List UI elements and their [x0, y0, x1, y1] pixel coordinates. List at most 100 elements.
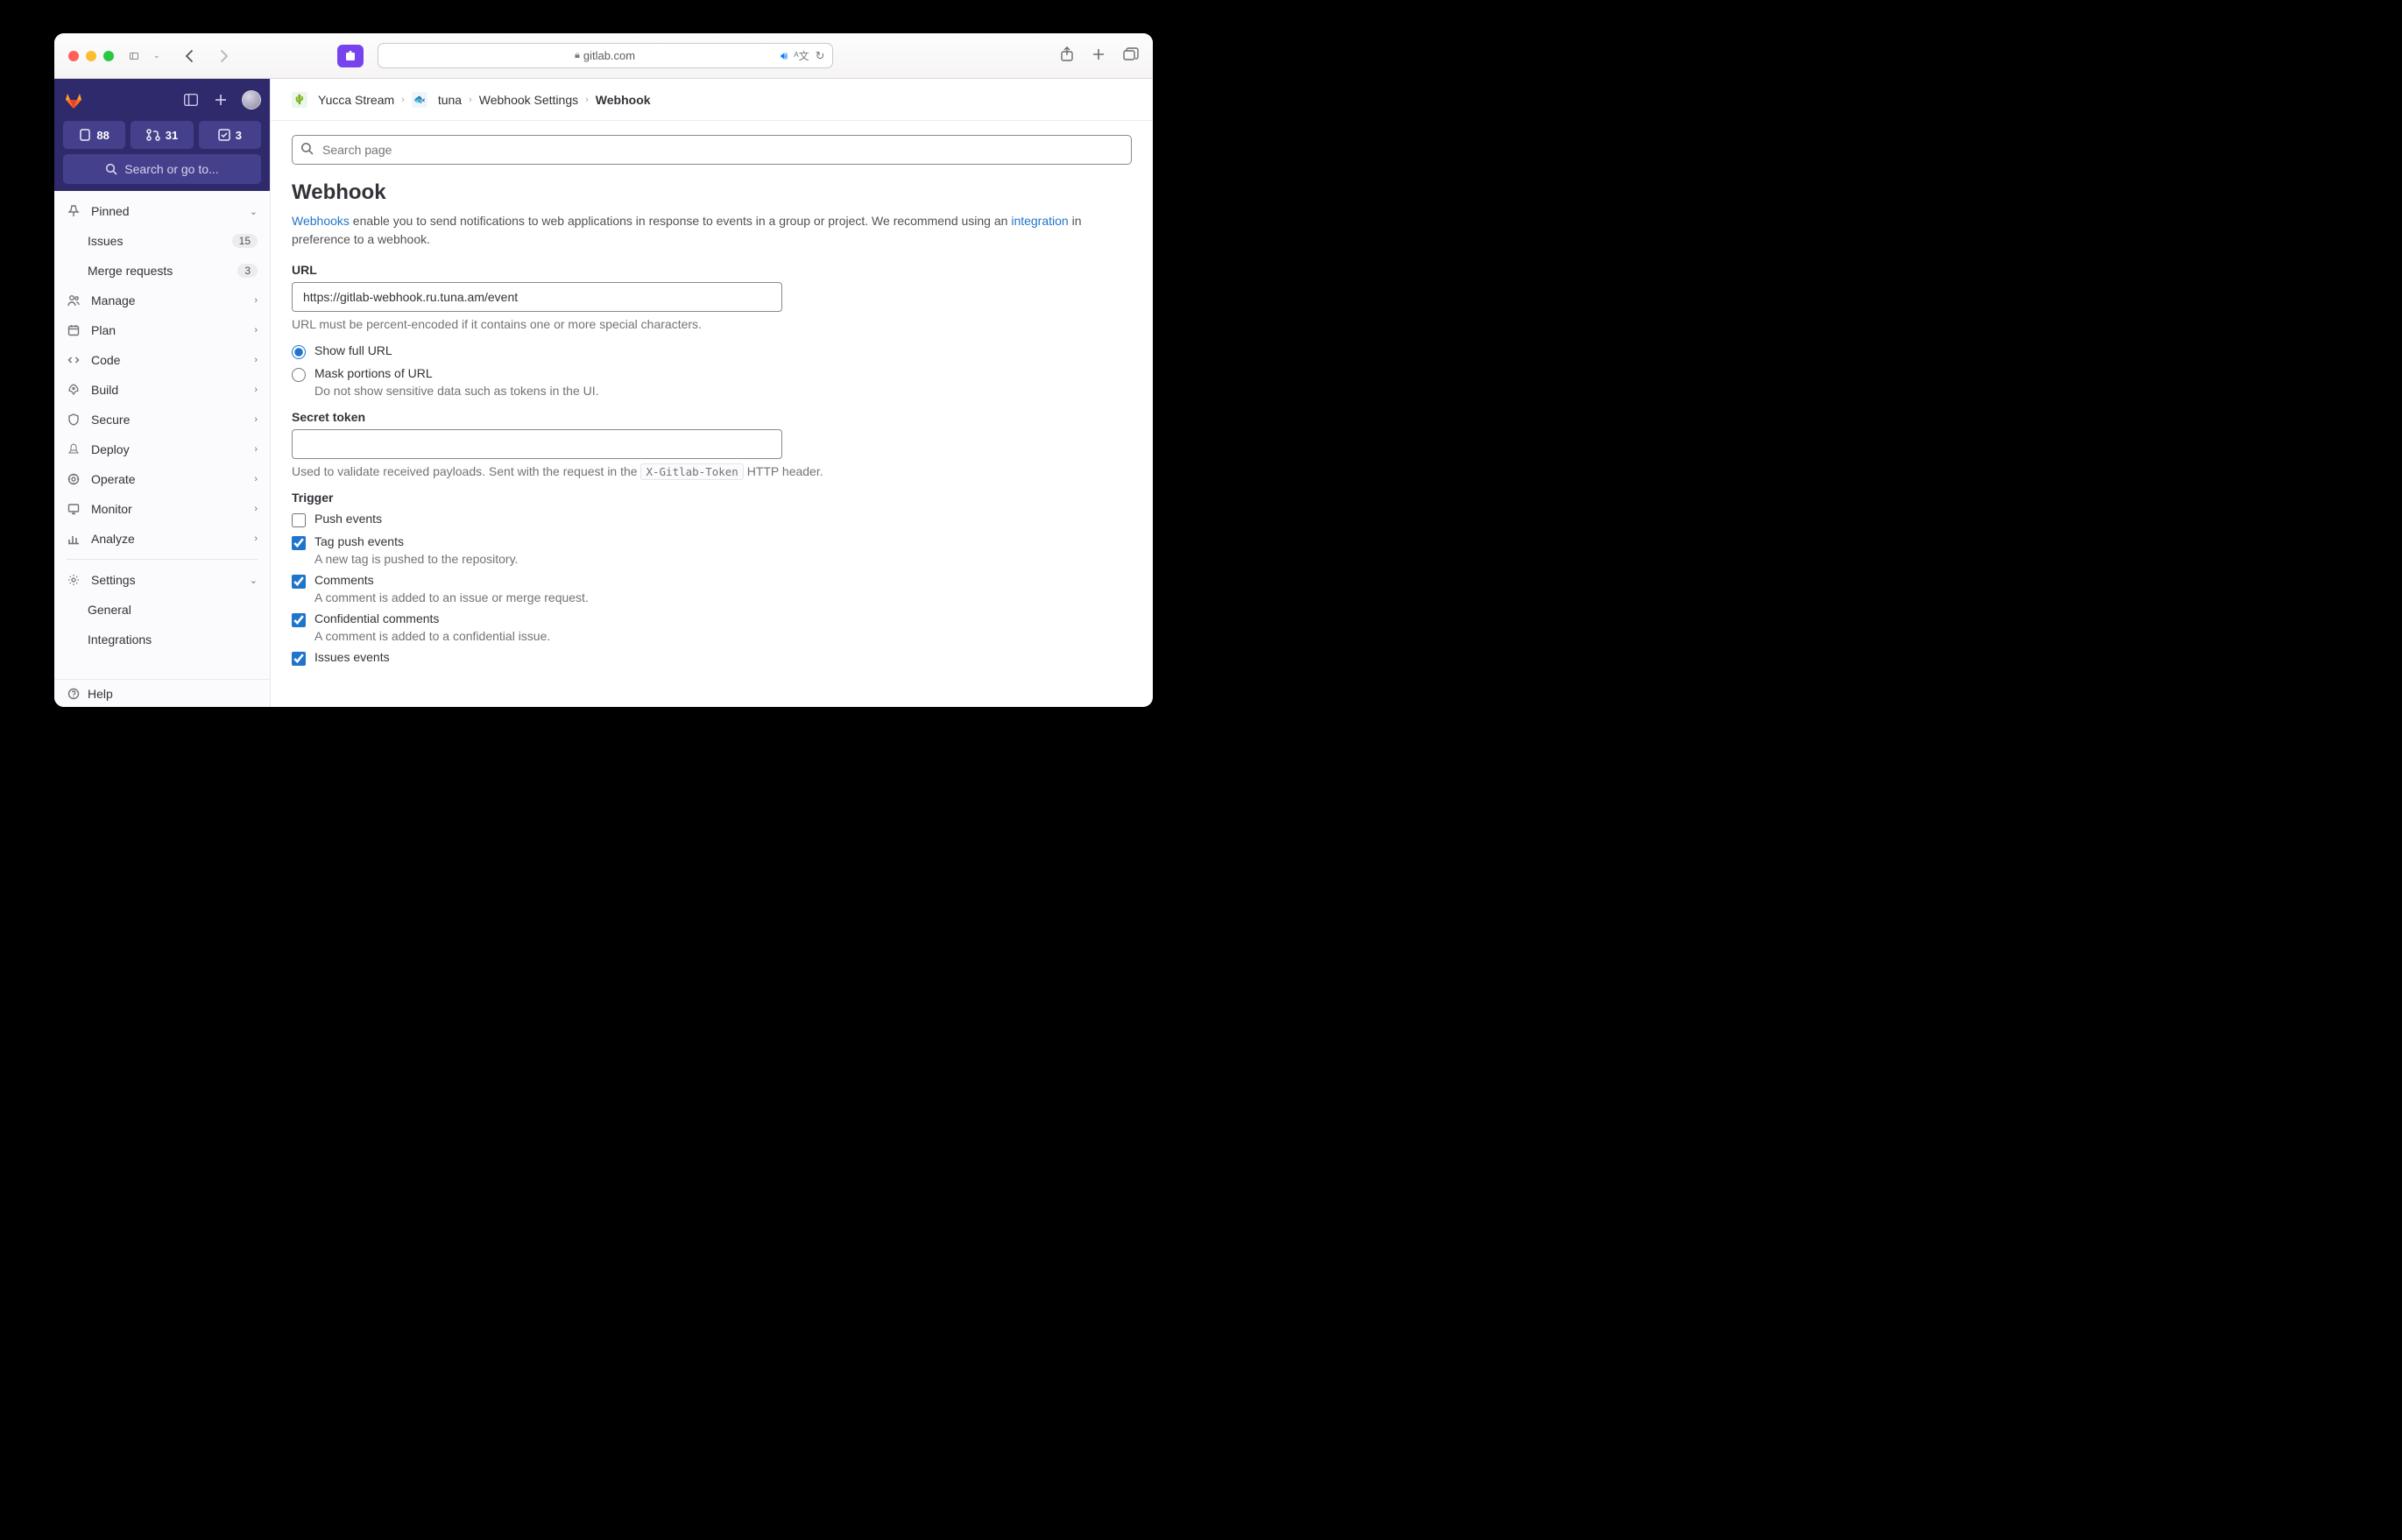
sidebar-item-integrations[interactable]: Integrations: [54, 625, 270, 654]
project-icon: 🐟: [412, 92, 427, 108]
sidebar-item-pinned[interactable]: Pinned ⌄: [54, 196, 270, 226]
avatar[interactable]: [242, 90, 261, 109]
code-icon: [67, 353, 81, 367]
integration-link[interactable]: integration: [1011, 214, 1068, 228]
search-button[interactable]: Search or go to...: [63, 154, 261, 184]
comments-checkbox[interactable]: [292, 575, 306, 589]
sidebar-item-label: Deploy: [91, 442, 130, 456]
sound-icon[interactable]: 🔊︎: [781, 49, 788, 63]
sidebar-item-label: Pinned: [91, 204, 130, 218]
tag-push-label: Tag push events: [314, 534, 404, 548]
browser-window: ⌄ 🔒︎ gitlab.com 🔊︎ ᴬ文 ↻: [54, 33, 1153, 707]
secret-token-help: Used to validate received payloads. Sent…: [292, 464, 1132, 478]
sidebar-item-label: Operate: [91, 472, 136, 486]
chevron-right-icon: ›: [401, 95, 405, 105]
users-icon: [67, 293, 81, 307]
mrs-count: 31: [166, 129, 178, 142]
webhooks-link[interactable]: Webhooks: [292, 214, 350, 228]
mrs-counter[interactable]: 31: [131, 121, 193, 149]
sidebar-item-monitor[interactable]: Monitor ›: [54, 494, 270, 524]
sidebar-item-secure[interactable]: Secure ›: [54, 405, 270, 434]
breadcrumb-project[interactable]: tuna: [438, 93, 462, 107]
page-intro: Webhooks enable you to send notification…: [292, 212, 1132, 249]
sidebar-item-label: Merge requests: [88, 264, 173, 278]
chevron-down-icon: ⌄: [250, 206, 258, 217]
comments-help: A comment is added to an issue or merge …: [314, 590, 1132, 604]
reload-icon[interactable]: ↻: [816, 49, 825, 63]
extension-button[interactable]: [337, 45, 364, 67]
back-button[interactable]: [180, 46, 199, 66]
share-icon[interactable]: [1060, 46, 1074, 65]
mask-url-radio[interactable]: [292, 368, 306, 382]
todos-counter[interactable]: 3: [199, 121, 261, 149]
show-full-url-radio[interactable]: [292, 345, 306, 359]
secret-token-input[interactable]: [292, 429, 782, 459]
secret-token-label: Secret token: [292, 410, 1132, 424]
sidebar-item-issues[interactable]: Issues 15: [54, 226, 270, 256]
header-code: X-Gitlab-Token: [640, 463, 743, 480]
sidebar-item-code[interactable]: Code ›: [54, 345, 270, 375]
maximize-window-button[interactable]: [103, 51, 114, 61]
confidential-comments-checkbox[interactable]: [292, 613, 306, 627]
sidebar-toggle-button[interactable]: [130, 46, 149, 66]
tabs-overview-icon[interactable]: [1123, 47, 1139, 64]
sidebar-help[interactable]: Help: [54, 679, 270, 707]
tag-push-help: A new tag is pushed to the repository.: [314, 552, 1132, 566]
gitlab-logo[interactable]: [63, 89, 84, 110]
chevron-right-icon: ›: [254, 385, 258, 395]
help-label: Help: [88, 687, 113, 701]
create-new-icon[interactable]: [212, 91, 230, 109]
confidential-comments-help: A comment is added to a confidential iss…: [314, 629, 1132, 643]
forward-button[interactable]: [215, 46, 234, 66]
pin-icon: [67, 204, 81, 218]
sidebar-menu-chevron-icon[interactable]: ⌄: [153, 51, 160, 60]
search-page-input[interactable]: [292, 135, 1132, 165]
url-input[interactable]: [292, 282, 782, 312]
calendar-icon: [67, 323, 81, 337]
chart-icon: [67, 532, 81, 546]
issues-events-label: Issues events: [314, 650, 390, 664]
sidebar-item-deploy[interactable]: Deploy ›: [54, 434, 270, 464]
minimize-window-button[interactable]: [86, 51, 96, 61]
sidebar-item-general[interactable]: General: [54, 595, 270, 625]
tag-push-checkbox[interactable]: [292, 536, 306, 550]
translate-icon[interactable]: ᴬ文: [794, 48, 809, 63]
operate-icon: [67, 472, 81, 486]
sidebar-item-label: Analyze: [91, 532, 135, 546]
push-events-checkbox[interactable]: [292, 513, 306, 527]
breadcrumb-section[interactable]: Webhook Settings: [479, 93, 578, 107]
comments-label: Comments: [314, 573, 374, 587]
count-badge: 3: [237, 264, 258, 278]
issues-count: 88: [96, 129, 109, 142]
sidebar-item-settings[interactable]: Settings ⌄: [54, 565, 270, 595]
sidebar-item-operate[interactable]: Operate ›: [54, 464, 270, 494]
chevron-right-icon: ›: [254, 533, 258, 544]
new-tab-icon[interactable]: [1091, 47, 1106, 64]
sidebar: 88 31 3 Search or go to...: [54, 79, 271, 707]
collapse-sidebar-icon[interactable]: [182, 91, 200, 109]
monitor-icon: [67, 502, 81, 516]
divider: [67, 559, 258, 560]
sidebar-item-plan[interactable]: Plan ›: [54, 315, 270, 345]
close-window-button[interactable]: [68, 51, 79, 61]
issues-events-checkbox[interactable]: [292, 652, 306, 666]
shield-icon: [67, 413, 81, 427]
sidebar-item-label: Monitor: [91, 502, 132, 516]
chevron-right-icon: ›: [254, 325, 258, 336]
address-bar[interactable]: 🔒︎ gitlab.com 🔊︎ ᴬ文 ↻: [378, 43, 833, 68]
sidebar-item-label: General: [88, 603, 131, 617]
sidebar-item-build[interactable]: Build ›: [54, 375, 270, 405]
todos-count: 3: [236, 129, 242, 142]
group-icon: 🌵: [292, 92, 307, 108]
address-bar-text: gitlab.com: [583, 49, 635, 62]
sidebar-item-analyze[interactable]: Analyze ›: [54, 524, 270, 554]
issues-counter[interactable]: 88: [63, 121, 125, 149]
main-content: 🌵 Yucca Stream › 🐟 tuna › Webhook Settin…: [271, 79, 1153, 707]
url-label: URL: [292, 263, 1132, 277]
push-events-label: Push events: [314, 512, 382, 526]
breadcrumb-group[interactable]: Yucca Stream: [318, 93, 394, 107]
chevron-right-icon: ›: [469, 95, 472, 105]
gear-icon: [67, 573, 81, 587]
sidebar-item-merge-requests[interactable]: Merge requests 3: [54, 256, 270, 286]
sidebar-item-manage[interactable]: Manage ›: [54, 286, 270, 315]
